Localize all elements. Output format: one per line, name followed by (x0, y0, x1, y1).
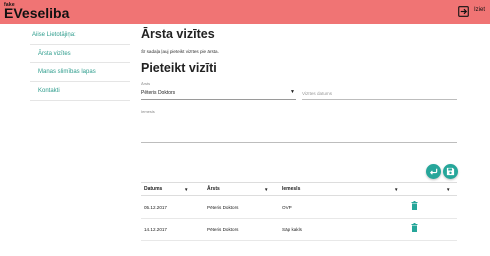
column-header-reason[interactable]: Iemesls (282, 186, 300, 192)
column-header-date[interactable]: Datums (144, 186, 162, 192)
visit-doctor: Pēteris Doktors (207, 205, 239, 210)
table-header-row: Datums ▼ Ārsts ▼ Iemesls ▼ ▼ (141, 182, 457, 196)
sidebar-item-label: Manas slimības lapas (38, 69, 96, 75)
visit-doctor: Pēteris Doktors (207, 227, 239, 232)
visit-date: 05.12.2017 (144, 205, 167, 210)
column-header-doctor[interactable]: Ārsts (207, 186, 220, 192)
back-button[interactable] (426, 164, 441, 179)
back-icon (429, 168, 438, 175)
sidebar-item-label: Kontakti (38, 88, 60, 94)
sidebar-item-doctor-visits[interactable]: Ārsta vizītes (30, 44, 130, 63)
save-icon (446, 167, 455, 176)
page-title: Ārsta vizītes (141, 27, 215, 41)
brand-logo[interactable]: fake EVeseliba (4, 1, 94, 23)
trash-icon[interactable] (411, 201, 418, 210)
doctor-field-label: Ārsts (141, 81, 151, 86)
table-row: 05.12.2017 Pēteris Doktors OVP (141, 197, 457, 219)
dropdown-arrow-icon: ▼ (290, 89, 295, 95)
trash-icon[interactable] (411, 223, 418, 232)
doctor-select[interactable]: Pēteris Doktors ▼ (141, 88, 296, 100)
sort-icon[interactable]: ▼ (264, 187, 268, 192)
top-bar: fake EVeseliba Iziet (0, 0, 490, 24)
reason-textarea[interactable] (141, 112, 457, 143)
sidebar-item-label: Ārsta vizītes (38, 51, 71, 57)
page-description: Šī sadaļa ļauj pieteikt vizītes pie ārst… (141, 49, 219, 54)
sidebar-user-greeting: Aiise Lietotājiņa: (32, 32, 76, 38)
logout-icon[interactable] (458, 6, 469, 17)
visit-date: 14.12.2017 (144, 227, 167, 232)
form-title: Pieteikt vizīti (141, 61, 217, 75)
sort-icon[interactable]: ▼ (446, 187, 450, 192)
visit-reason: OVP (282, 205, 292, 210)
brand-name: EVeseliba (4, 5, 70, 21)
visit-reason: Sāp kakls (282, 227, 302, 232)
table-row: 14.12.2017 Pēteris Doktors Sāp kakls (141, 219, 457, 241)
save-button[interactable] (443, 164, 458, 179)
sort-icon[interactable]: ▼ (184, 187, 188, 192)
visit-date-input[interactable]: Vizītes datums (302, 88, 457, 100)
logout-link[interactable]: Iziet (474, 7, 485, 13)
visit-date-placeholder: Vizītes datums (302, 91, 333, 96)
sidebar-item-contacts[interactable]: Kontakti (30, 82, 130, 101)
sidebar-item-sick-leaves[interactable]: Manas slimības lapas (30, 63, 130, 82)
doctor-select-value: Pēteris Doktors (141, 90, 176, 96)
sort-icon[interactable]: ▼ (394, 187, 398, 192)
